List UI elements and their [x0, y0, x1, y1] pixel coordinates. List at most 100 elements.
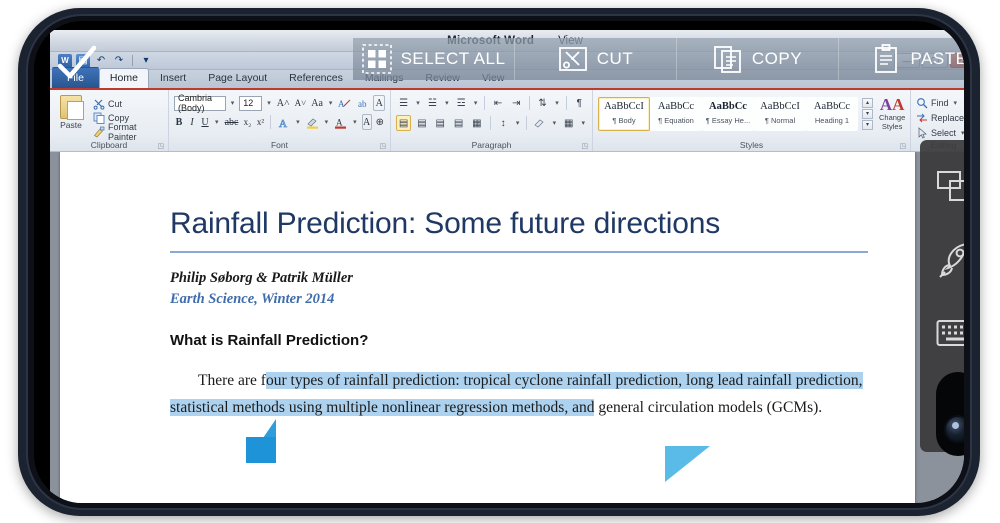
change-case-button[interactable]: Aa: [310, 95, 324, 111]
document-authors: Philip Søborg & Patrik Müller: [170, 270, 353, 286]
cut-button[interactable]: Cut: [93, 97, 163, 110]
format-painter-button[interactable]: Format Painter: [93, 122, 163, 142]
shading-chevron-down-icon[interactable]: ▾: [551, 119, 559, 127]
paragraph-dialog-launcher[interactable]: ◳: [581, 142, 588, 150]
superscript-button[interactable]: x²: [255, 114, 265, 130]
borders-icon[interactable]: ▦: [561, 115, 576, 131]
divider: [132, 55, 133, 66]
find-button[interactable]: Find ▾: [916, 96, 964, 110]
borders-chevron-down-icon[interactable]: ▾: [579, 119, 587, 127]
enclose-characters-icon[interactable]: ⊕: [375, 114, 385, 130]
paste-button[interactable]: Paste: [55, 95, 87, 130]
format-painter-icon: [93, 126, 105, 138]
styles-scroll-down-icon[interactable]: ▾: [862, 108, 873, 119]
font-size-chevron-down-icon[interactable]: ▾: [265, 99, 273, 107]
numbering-chevron-down-icon[interactable]: ▾: [443, 99, 451, 107]
underline-button[interactable]: U: [200, 114, 210, 130]
change-styles-button[interactable]: AA Change Styles: [879, 96, 905, 131]
character-shading-button[interactable]: A: [361, 114, 372, 130]
sort-icon[interactable]: ⇅: [535, 95, 550, 111]
multilevel-list-icon[interactable]: ☲: [454, 95, 469, 111]
redo-icon[interactable]: ↷: [112, 54, 126, 68]
line-spacing-chevron-down-icon[interactable]: ▾: [514, 119, 522, 127]
change-case-chevron-down-icon[interactable]: ▾: [327, 99, 335, 107]
selection-handle-start-body[interactable]: [246, 437, 276, 463]
device-screenshot: Microsoft Word View W ▤ ↶ ↷ ▾ — ▢ ✕ File: [0, 0, 1000, 523]
windows-icon[interactable]: [933, 164, 964, 210]
numbering-icon[interactable]: ☱: [425, 95, 440, 111]
bold-button[interactable]: B: [174, 114, 184, 130]
styles-dialog-launcher[interactable]: ◳: [899, 142, 906, 150]
customize-qat-icon[interactable]: ▾: [139, 54, 153, 68]
tab-insert[interactable]: Insert: [149, 68, 197, 88]
style-tile-equation[interactable]: AaBbCc ¶ Equation: [650, 96, 702, 131]
strikethrough-button[interactable]: abc: [224, 114, 240, 130]
clipboard-dialog-launcher[interactable]: ◳: [157, 142, 164, 150]
shrink-font-button[interactable]: A˅: [294, 95, 308, 111]
text-effects-icon[interactable]: A: [276, 114, 291, 130]
styles-scroll-up-icon[interactable]: ▴: [862, 97, 873, 108]
document-paragraph[interactable]: There are four types of rainfall predict…: [170, 367, 870, 421]
select-button[interactable]: Select ▾: [916, 126, 964, 140]
text-highlight-small-icon[interactable]: ab: [355, 95, 370, 111]
paste-label: Paste: [60, 120, 82, 130]
highlight-chevron-down-icon[interactable]: ▾: [323, 118, 331, 126]
subscript-button[interactable]: x₂: [242, 114, 252, 130]
font-name-input[interactable]: Cambria (Body): [174, 93, 226, 113]
font-name-chevron-down-icon[interactable]: ▾: [229, 99, 237, 107]
paste-action[interactable]: PASTE: [838, 38, 964, 80]
align-center-icon[interactable]: ▤: [414, 115, 429, 131]
copy-action[interactable]: COPY: [676, 38, 838, 80]
font-dialog-launcher[interactable]: ◳: [379, 142, 386, 150]
tab-page-layout[interactable]: Page Layout: [197, 68, 278, 88]
decrease-indent-icon[interactable]: ⇤: [490, 95, 505, 111]
cut-action[interactable]: CUT: [514, 38, 676, 80]
find-chevron-down-icon[interactable]: ▾: [952, 99, 960, 107]
styles-more-icon[interactable]: ▾: [862, 119, 873, 130]
justify-icon[interactable]: ▤: [451, 115, 466, 131]
document-title: Rainfall Prediction: Some future directi…: [170, 207, 721, 240]
underline-chevron-down-icon[interactable]: ▾: [213, 118, 221, 126]
sort-chevron-down-icon[interactable]: ▾: [553, 99, 561, 107]
cut-label: CUT: [596, 49, 634, 68]
line-spacing-icon[interactable]: ↕: [496, 115, 511, 131]
selection-handle-end[interactable]: [665, 446, 710, 482]
document-heading: What is Rainfall Prediction?: [170, 332, 369, 349]
clear-formatting-button[interactable]: A: [337, 95, 352, 111]
shading-icon[interactable]: [532, 115, 547, 131]
tab-references[interactable]: References: [278, 68, 354, 88]
text-selection-action-bar: SELECT ALL CUT COPY PASTE: [353, 38, 964, 80]
select-chevron-down-icon[interactable]: ▾: [959, 129, 964, 137]
bullets-chevron-down-icon[interactable]: ▾: [414, 99, 422, 107]
style-tile-heading-1[interactable]: AaBbCc Heading 1: [806, 96, 858, 131]
bullets-icon[interactable]: ☰: [396, 95, 411, 111]
divider: [528, 96, 530, 110]
style-name: Heading 1: [814, 115, 850, 125]
font-color-icon[interactable]: A: [333, 114, 348, 130]
select-all-action[interactable]: SELECT ALL: [353, 38, 514, 80]
align-left-icon[interactable]: ▤: [396, 115, 412, 131]
distributed-icon[interactable]: ▦: [469, 115, 484, 131]
style-tile-normal[interactable]: AaBbCcI ¶ Normal: [754, 96, 806, 131]
multilevel-chevron-down-icon[interactable]: ▾: [472, 99, 480, 107]
font-size-input[interactable]: 12: [239, 95, 263, 111]
font-color-chevron-down-icon[interactable]: ▾: [351, 118, 359, 126]
rocket-icon[interactable]: [933, 237, 964, 283]
increase-indent-icon[interactable]: ⇥: [509, 95, 524, 111]
show-marks-icon[interactable]: ¶: [572, 95, 587, 111]
text-highlight-color-icon[interactable]: [305, 114, 320, 130]
font-dialog-a-button[interactable]: A: [373, 95, 385, 111]
style-tile-essay-heading[interactable]: AaBbCc ¶ Essay He...: [702, 96, 754, 131]
title-rule: [170, 251, 868, 253]
replace-button[interactable]: Replace: [916, 111, 964, 125]
align-right-icon[interactable]: ▤: [433, 115, 448, 131]
document-area[interactable]: Rainfall Prediction: Some future directi…: [50, 152, 964, 503]
style-tile-body[interactable]: AaBbCcI ¶ Body: [598, 96, 650, 131]
italic-button[interactable]: I: [187, 114, 197, 130]
style-name: ¶ Normal: [764, 115, 796, 125]
tab-home[interactable]: Home: [98, 68, 149, 88]
document-page[interactable]: Rainfall Prediction: Some future directi…: [60, 152, 915, 503]
text-effects-chevron-down-icon[interactable]: ▾: [294, 118, 302, 126]
keyboard-icon[interactable]: [933, 310, 964, 356]
grow-font-button[interactable]: A˄: [276, 95, 291, 111]
